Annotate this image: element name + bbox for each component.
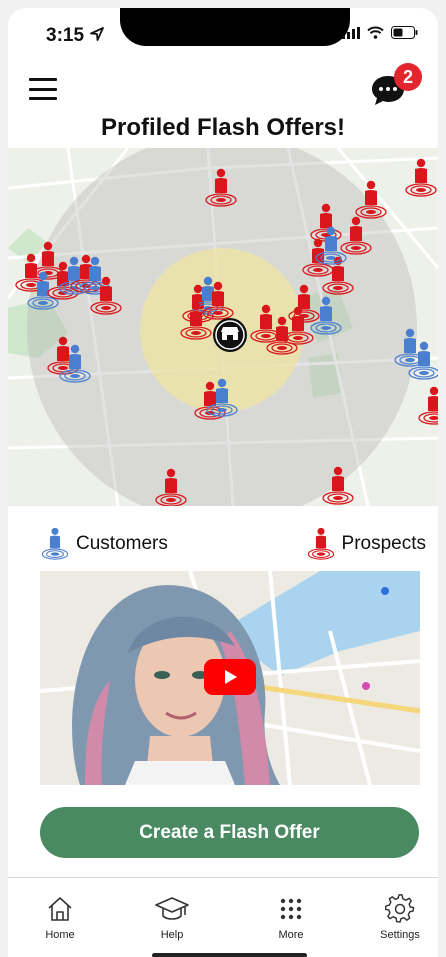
battery-icon <box>391 26 418 39</box>
hamburger-line <box>29 87 57 91</box>
play-icon <box>225 670 237 684</box>
youtube-play-button[interactable] <box>204 659 256 695</box>
tab-settings[interactable]: Settings <box>360 894 438 941</box>
hamburger-line <box>29 78 57 81</box>
wifi-icon <box>367 26 384 39</box>
home-icon <box>48 897 72 921</box>
tab-home-label: Home <box>45 929 75 941</box>
tab-help[interactable]: Help <box>132 894 212 941</box>
gear-icon <box>385 894 415 923</box>
tab-more[interactable]: More <box>251 894 331 941</box>
device-notch <box>120 8 350 46</box>
legend-prospects: Prospects <box>304 528 426 560</box>
location-arrow-icon <box>90 27 105 41</box>
graduation-cap-icon <box>155 897 189 920</box>
app-screen: 3:15 2 Profiled Flash Offers! Customers … <box>8 8 438 957</box>
signal-icon <box>342 26 360 39</box>
video-thumbnail[interactable] <box>40 571 420 785</box>
legend-prospects-label: Prospects <box>341 533 426 554</box>
offer-map[interactable] <box>8 148 438 506</box>
hamburger-line <box>29 97 57 100</box>
store-marker[interactable] <box>213 318 247 352</box>
create-flash-offer-button[interactable]: Create a Flash Offer <box>40 807 419 858</box>
home-indicator <box>152 953 307 957</box>
tab-help-label: Help <box>160 929 184 941</box>
bottom-tab-bar: Home Help More Settings <box>8 877 438 957</box>
status-time: 3:15 <box>46 25 105 47</box>
tab-settings-label: Settings <box>380 929 420 941</box>
page-title: Profiled Flash Offers! <box>100 114 346 141</box>
legend-customers: Customers <box>38 528 168 560</box>
prospect-pin-icon <box>307 528 334 560</box>
tab-more-label: More <box>278 929 304 941</box>
grid-dots-icon <box>280 898 302 920</box>
tab-home[interactable]: Home <box>20 894 100 941</box>
status-icons <box>342 26 418 39</box>
customer-pin-icon <box>41 528 69 560</box>
legend-customers-label: Customers <box>76 533 168 554</box>
menu-button[interactable] <box>29 78 57 100</box>
notification-badge: 2 <box>394 63 422 91</box>
chat-button[interactable]: 2 <box>370 63 422 105</box>
